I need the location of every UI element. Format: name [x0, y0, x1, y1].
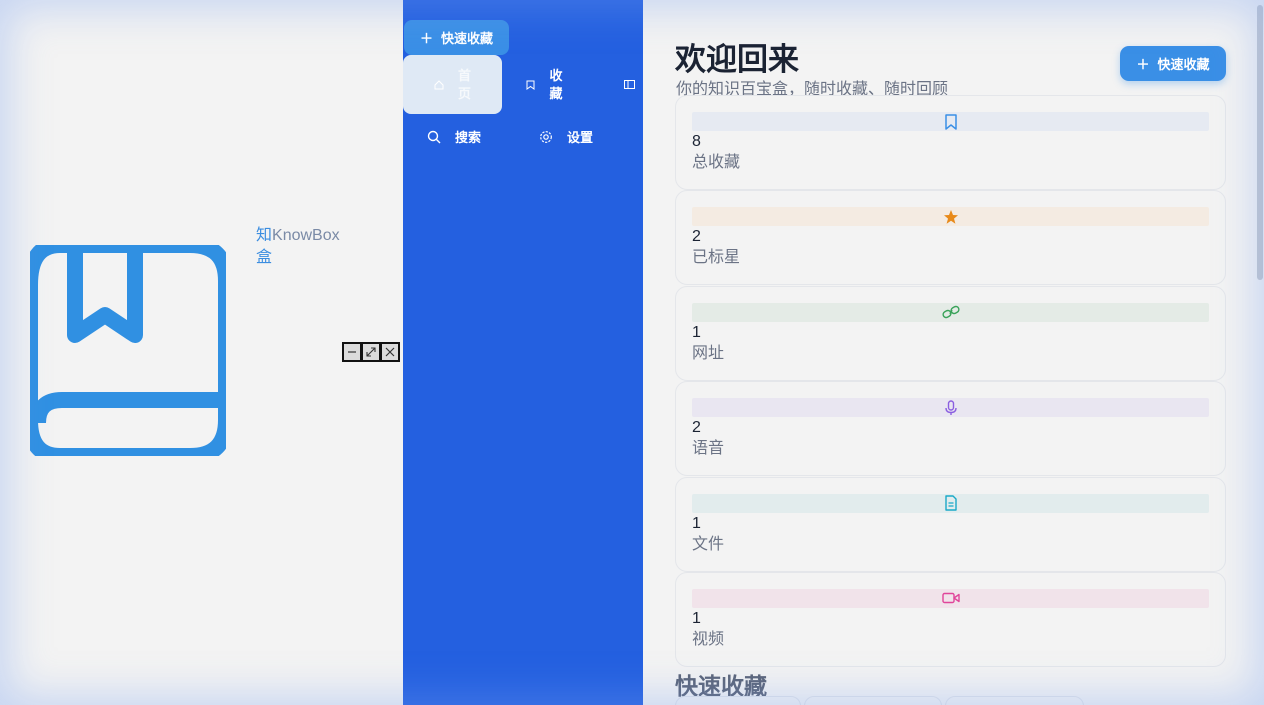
- star-icon: [943, 209, 958, 224]
- splash-pane: 知KnowBox 盒: [0, 0, 403, 705]
- stat-card-voice[interactable]: 2 语音: [675, 381, 1226, 477]
- stat-card-url[interactable]: 1 网址: [675, 285, 1226, 381]
- home-icon: [434, 79, 443, 89]
- close-icon: [385, 347, 395, 357]
- quick-save-option[interactable]: [804, 696, 942, 705]
- bookmark-icon: [944, 113, 957, 130]
- scrollbar-thumb[interactable]: [1257, 5, 1263, 280]
- nav-item-settings-label: 设置: [567, 130, 594, 145]
- bookmark-icon: [526, 80, 535, 90]
- stat-label: 网址: [692, 344, 725, 362]
- stat-value: 8: [692, 133, 701, 150]
- stat-card-video[interactable]: 1 视频: [675, 571, 1226, 667]
- minimize-button[interactable]: [342, 342, 362, 362]
- expand-icon: [366, 347, 376, 357]
- stat-value: 1: [692, 323, 701, 341]
- nav-item-settings[interactable]: 设置: [539, 127, 593, 146]
- quick-save-option[interactable]: [675, 696, 801, 705]
- close-button[interactable]: [380, 342, 400, 362]
- stat-icon-bar: [692, 493, 1209, 513]
- brand-zh-2: 盒: [256, 249, 273, 266]
- window-controls: [342, 342, 400, 362]
- stat-label: 视频: [692, 630, 725, 648]
- stat-label: 总收藏: [692, 154, 741, 171]
- nav-item-home[interactable]: 首页: [403, 55, 502, 114]
- file-icon: [944, 495, 957, 511]
- link-icon: [941, 306, 960, 319]
- stat-icon-bar: [692, 588, 1209, 608]
- plus-icon: ＋: [1136, 57, 1150, 72]
- stat-label: 文件: [692, 535, 725, 553]
- quick-save-option[interactable]: [945, 696, 1084, 705]
- nav-sidebar: ＋ 快速收藏 首页 收藏 搜索 设置: [403, 0, 643, 705]
- quick-save-button[interactable]: ＋ 快速收藏: [1120, 46, 1226, 81]
- nav-quick-save-button[interactable]: ＋ 快速收藏: [404, 20, 509, 55]
- stat-icon-bar: [692, 207, 1209, 227]
- quick-save-label: 快速收藏: [1157, 57, 1210, 72]
- scrollbar[interactable]: [1256, 0, 1264, 705]
- stat-card-starred[interactable]: 2 已标星: [675, 190, 1226, 286]
- nav-item-search-label: 搜索: [455, 130, 482, 145]
- brand-en: KnowBox: [272, 227, 340, 244]
- brand-zh-1: 知: [256, 227, 273, 244]
- knowbox-logo-icon: [30, 245, 226, 456]
- maximize-button[interactable]: [361, 342, 381, 362]
- plus-icon: ＋: [419, 31, 433, 46]
- minimize-icon: [348, 351, 356, 353]
- nav-item-bookmarks-label: 收藏: [549, 68, 563, 101]
- nav-item-home-label: 首页: [457, 67, 471, 101]
- video-icon: [941, 593, 960, 604]
- search-icon: [427, 130, 441, 143]
- stat-value: 1: [692, 609, 701, 627]
- gear-icon: [540, 130, 552, 143]
- stat-label: 已标星: [692, 249, 741, 267]
- nav-quick-save-label: 快速收藏: [441, 31, 494, 46]
- mic-icon: [944, 399, 957, 415]
- stat-value: 1: [692, 514, 701, 532]
- main-content: 欢迎回来 你的知识百宝盒，随时收藏、随时回顾 ＋ 快速收藏 8 总收藏 2 已标…: [643, 0, 1264, 705]
- stat-label: 语音: [692, 440, 725, 458]
- stat-value: 2: [692, 228, 701, 246]
- panel-icon[interactable]: [624, 80, 635, 89]
- nav-item-bookmarks[interactable]: 收藏: [526, 67, 563, 103]
- stat-value: 2: [692, 419, 701, 437]
- stat-icon-bar: [692, 302, 1209, 322]
- page-title: 欢迎回来: [675, 42, 799, 77]
- stats-cards: 8 总收藏 2 已标星 1 网址 2 语音 1 文件 1 视频: [675, 95, 1226, 667]
- stat-card-file[interactable]: 1 文件: [675, 476, 1226, 572]
- nav-item-search[interactable]: 搜索: [427, 127, 481, 146]
- stat-icon-bar: [692, 398, 1209, 418]
- stat-icon-bar: [692, 112, 1209, 131]
- brand-name: 知KnowBox 盒: [256, 225, 356, 269]
- stat-card-total[interactable]: 8 总收藏: [675, 95, 1226, 190]
